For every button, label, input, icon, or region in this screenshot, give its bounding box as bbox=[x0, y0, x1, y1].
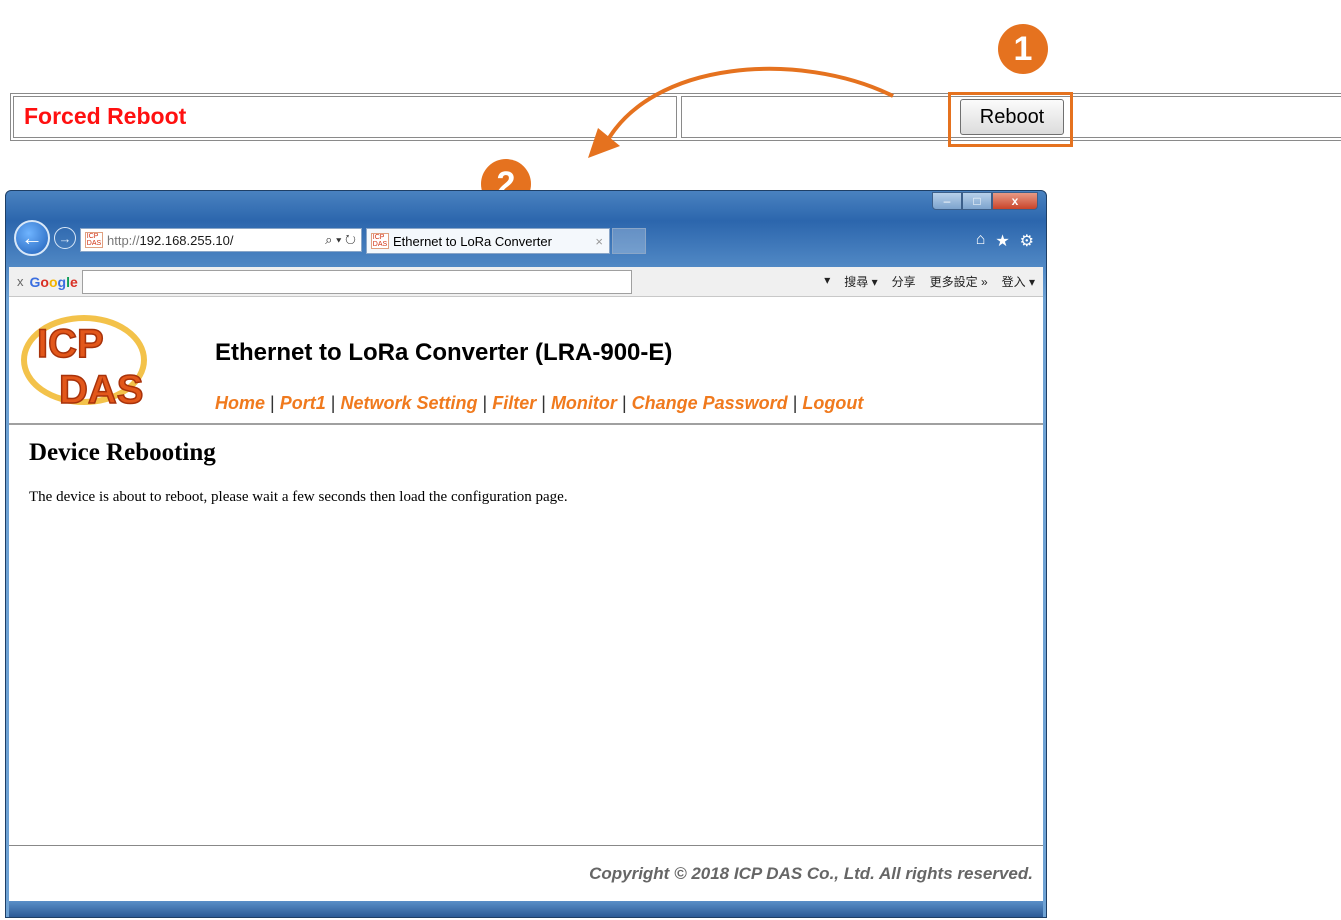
search-dropdown-icon[interactable]: ▾ bbox=[824, 273, 830, 290]
svg-text:DAS: DAS bbox=[59, 368, 143, 412]
settings-gear-icon[interactable]: ⚙ bbox=[1020, 231, 1034, 251]
address-search-refresh-icons[interactable]: ⌕ ▾ ↻ bbox=[325, 232, 356, 248]
nav-port1[interactable]: Port1 bbox=[280, 393, 326, 413]
address-url: http://192.168.255.10/ bbox=[107, 232, 234, 248]
nav-network-setting[interactable]: Network Setting bbox=[340, 393, 477, 413]
tab-favicon-icon: ICP DAS bbox=[371, 233, 389, 249]
page-content: Device Rebooting The device is about to … bbox=[9, 425, 1043, 520]
minimize-button[interactable]: – bbox=[932, 192, 962, 210]
tab-title: Ethernet to LoRa Converter bbox=[393, 233, 552, 249]
google-search-button[interactable]: 搜尋 ▾ bbox=[844, 273, 877, 290]
curved-arrow-icon bbox=[588, 66, 894, 158]
favorites-star-icon[interactable]: ★ bbox=[995, 231, 1009, 251]
tab-close-icon[interactable]: × bbox=[595, 234, 603, 249]
page-title: Ethernet to LoRa Converter (LRA-900-E) bbox=[215, 339, 673, 366]
nav-filter[interactable]: Filter bbox=[492, 393, 536, 413]
rebooting-heading: Device Rebooting bbox=[29, 439, 216, 466]
google-toolbar-tools: ▾ 搜尋 ▾ 分享 更多設定 » 登入 ▾ bbox=[824, 273, 1035, 290]
home-icon[interactable]: ⌂ bbox=[976, 231, 986, 251]
browser-right-icons: ⌂ ★ ⚙ bbox=[976, 231, 1034, 251]
window-controls: – □ x bbox=[932, 192, 1038, 210]
nav-logout[interactable]: Logout bbox=[802, 393, 863, 413]
google-logo: Google bbox=[29, 273, 78, 290]
nav-monitor[interactable]: Monitor bbox=[551, 393, 617, 413]
maximize-button[interactable]: □ bbox=[962, 192, 992, 210]
new-tab-button[interactable] bbox=[612, 228, 646, 254]
google-toolbar-close-icon[interactable]: x bbox=[17, 274, 24, 289]
close-button[interactable]: x bbox=[992, 192, 1038, 210]
main-nav: Home | Port1 | Network Setting | Filter … bbox=[215, 393, 864, 413]
page-footer: Copyright © 2018 ICP DAS Co., Ltd. All r… bbox=[9, 845, 1043, 901]
nav-home[interactable]: Home bbox=[215, 393, 265, 413]
browser-window: – □ x ← → ICP DAS http://192.168.255.10/ … bbox=[5, 190, 1047, 918]
site-favicon-icon: ICP DAS bbox=[85, 232, 103, 248]
tab-ethernet-lora[interactable]: ICP DAS Ethernet to LoRa Converter × bbox=[366, 228, 610, 254]
page-viewport: ICP DAS Ethernet to LoRa Converter (LRA-… bbox=[9, 297, 1043, 917]
nav-change-password[interactable]: Change Password bbox=[632, 393, 788, 413]
window-bottom-border bbox=[9, 901, 1043, 917]
svg-text:ICP: ICP bbox=[37, 322, 104, 366]
address-bar[interactable]: ICP DAS http://192.168.255.10/ ⌕ ▾ ↻ bbox=[80, 228, 362, 252]
share-button[interactable]: 分享 bbox=[892, 273, 916, 290]
icp-das-logo: ICP DAS bbox=[21, 315, 147, 413]
forward-arrow-icon[interactable]: → bbox=[54, 227, 76, 249]
page-header: ICP DAS Ethernet to LoRa Converter (LRA-… bbox=[9, 297, 1043, 425]
more-settings-button[interactable]: 更多設定 » bbox=[930, 273, 988, 290]
google-toolbar: x Google ▾ 搜尋 ▾ 分享 更多設定 » 登入 ▾ bbox=[9, 267, 1043, 297]
google-search-input[interactable] bbox=[81, 269, 632, 294]
sign-in-button[interactable]: 登入 ▾ bbox=[1002, 273, 1035, 290]
back-arrow-icon[interactable]: ← bbox=[14, 220, 50, 256]
rebooting-message: The device is about to reboot, please wa… bbox=[29, 489, 568, 505]
